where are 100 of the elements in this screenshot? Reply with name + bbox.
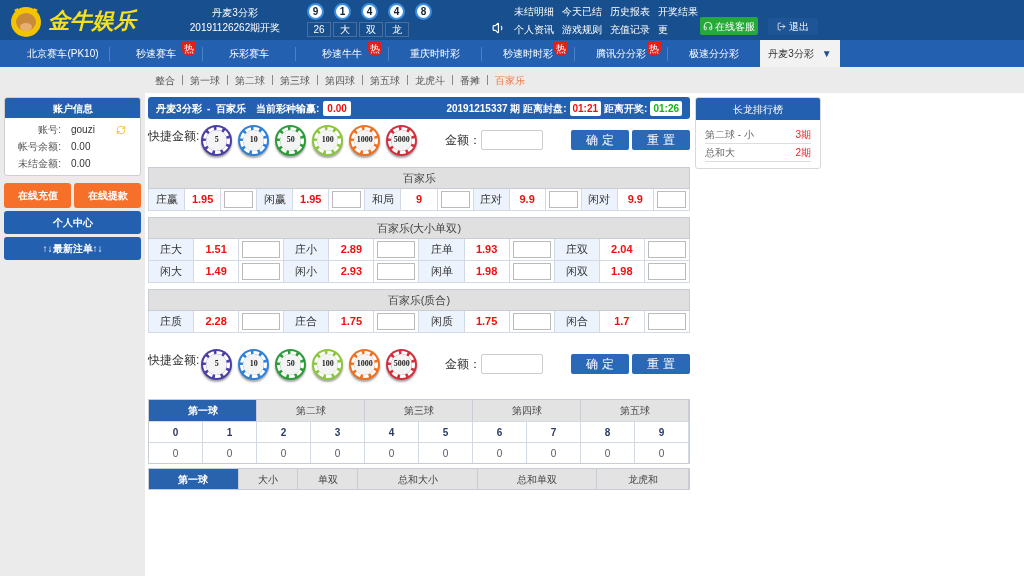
- header-link[interactable]: 今天已结: [562, 3, 602, 19]
- header-link[interactable]: 个人资讯: [514, 21, 554, 37]
- stat-tab[interactable]: 大小: [238, 469, 299, 489]
- nav-tab[interactable]: 北京赛车(PK10): [17, 40, 109, 67]
- number-cell: 0: [149, 421, 203, 442]
- chip[interactable]: 10: [238, 348, 270, 380]
- chip[interactable]: 100: [312, 124, 344, 156]
- bet-amount-input[interactable]: [647, 241, 686, 258]
- sub-nav-link[interactable]: 番摊: [460, 72, 480, 88]
- count-cell: 0: [257, 442, 311, 463]
- chip[interactable]: 10: [238, 124, 270, 156]
- hot-badge: 热: [368, 41, 382, 56]
- nav-tab[interactable]: 极速分分彩: [668, 40, 760, 67]
- bet-amount-input[interactable]: [656, 191, 686, 208]
- personal-center-button[interactable]: 个人中心: [4, 211, 141, 234]
- draw-countdown-label: 距离开奖:: [604, 101, 648, 116]
- nav-tab[interactable]: 秒速牛牛 热: [296, 40, 388, 67]
- result-stat: 26: [307, 22, 331, 37]
- sub-nav-link[interactable]: 龙虎斗: [415, 72, 445, 88]
- ranking-value: 3期: [795, 128, 811, 142]
- chip[interactable]: 50: [275, 348, 307, 380]
- amount-input[interactable]: [481, 354, 544, 374]
- ball-tab[interactable]: 第三球: [365, 400, 473, 421]
- bet-amount-input[interactable]: [512, 241, 551, 258]
- sub-nav-link[interactable]: 整合: [155, 72, 175, 88]
- bet-amount-input[interactable]: [242, 263, 281, 280]
- latest-bets-button[interactable]: ↑↓最新注单↑↓: [4, 237, 141, 260]
- number-cell: 1: [203, 421, 257, 442]
- bet-amount-input[interactable]: [512, 263, 551, 280]
- bet-label-cell: 闲大: [148, 260, 194, 283]
- chip[interactable]: 1000: [349, 348, 381, 380]
- chip[interactable]: 1000: [349, 124, 381, 156]
- bet-amount-input[interactable]: [440, 191, 470, 208]
- result-stat: 双: [359, 22, 383, 37]
- number-cell: 8: [581, 421, 635, 442]
- bet-label-cell: 庄质: [148, 310, 194, 333]
- header-link[interactable]: 未结明细: [514, 3, 554, 19]
- bet-amount-input[interactable]: [224, 191, 254, 208]
- ranking-value: 2期: [795, 146, 811, 160]
- ball-tab[interactable]: 第五球: [581, 400, 689, 421]
- hot-badge: 热: [182, 41, 196, 56]
- reset-button[interactable]: 重 置: [632, 130, 690, 150]
- account-label: 未结金额:: [17, 157, 61, 171]
- profit-label: 当前彩种输赢:: [256, 101, 320, 116]
- ball-tab[interactable]: 第四球: [473, 400, 581, 421]
- header-link[interactable]: 开奖结果: [658, 3, 698, 19]
- sub-nav-link[interactable]: 第五球: [370, 72, 400, 88]
- bet-amount-input[interactable]: [377, 263, 416, 280]
- stat-tab[interactable]: 总和大小: [358, 469, 478, 489]
- refresh-icon[interactable]: [116, 124, 126, 135]
- bet-amount-input[interactable]: [647, 313, 686, 330]
- nav-tab[interactable]: 秒速赛车 热: [110, 40, 202, 67]
- count-cell: 0: [473, 442, 527, 463]
- nav-tab[interactable]: 乐彩赛车: [203, 40, 295, 67]
- ball-tab[interactable]: 第一球: [149, 400, 257, 421]
- nav-tab[interactable]: 丹麦3分彩 ▼: [760, 40, 840, 67]
- hot-badge: 热: [647, 41, 661, 56]
- bet-amount-input[interactable]: [377, 241, 416, 258]
- chip[interactable]: 5000: [386, 348, 418, 380]
- number-cell: 6: [473, 421, 527, 442]
- account-label: 帐号余额:: [17, 140, 61, 154]
- bet-amount-input[interactable]: [512, 313, 551, 330]
- nav-tab[interactable]: 重庆时时彩: [389, 40, 481, 67]
- chip[interactable]: 100: [312, 348, 344, 380]
- chip[interactable]: 5000: [386, 124, 418, 156]
- confirm-button[interactable]: 确 定: [571, 130, 629, 150]
- nav-tab[interactable]: 秒速时时彩 热: [482, 40, 574, 67]
- result-stat: 龙: [385, 22, 409, 37]
- sub-nav-link[interactable]: 第三球: [280, 72, 310, 88]
- number-cell: 4: [365, 421, 419, 442]
- stat-tab[interactable]: 第一球: [149, 469, 239, 489]
- bet-amount-input[interactable]: [242, 313, 281, 330]
- bet-amount-input[interactable]: [548, 191, 578, 208]
- chip[interactable]: 5: [201, 348, 233, 380]
- stat-tab[interactable]: 单双: [298, 469, 359, 489]
- chip[interactable]: 50: [275, 124, 307, 156]
- stat-tab[interactable]: 总和单双: [477, 469, 598, 489]
- stat-tab[interactable]: 龙虎和: [597, 469, 689, 489]
- bet-amount-input[interactable]: [647, 263, 686, 280]
- ball-tab[interactable]: 第二球: [257, 400, 365, 421]
- header-link[interactable]: 充值记录: [610, 21, 650, 37]
- count-cell: 0: [419, 442, 473, 463]
- header-link[interactable]: 更: [658, 21, 668, 37]
- chip[interactable]: 5: [201, 124, 233, 156]
- header-link[interactable]: 历史报表: [610, 3, 650, 19]
- sub-nav-link[interactable]: 第二球: [235, 72, 265, 88]
- amount-input[interactable]: [481, 130, 544, 150]
- logout-button[interactable]: 退出: [768, 17, 818, 35]
- sub-nav-link[interactable]: 第一球: [190, 72, 220, 88]
- sub-nav-link[interactable]: 第四球: [325, 72, 355, 88]
- bet-amount-input[interactable]: [332, 191, 362, 208]
- account-value: 0.00: [71, 157, 91, 171]
- bet-amount-input[interactable]: [377, 313, 416, 330]
- nav-tab[interactable]: 腾讯分分彩 热: [575, 40, 667, 67]
- bet-amount-input[interactable]: [242, 241, 281, 258]
- header-link[interactable]: 游戏规则: [562, 21, 602, 37]
- account-value: 0.00: [71, 140, 91, 154]
- confirm-button[interactable]: 确 定: [571, 354, 629, 374]
- count-cell: 0: [203, 442, 257, 463]
- reset-button[interactable]: 重 置: [632, 354, 690, 374]
